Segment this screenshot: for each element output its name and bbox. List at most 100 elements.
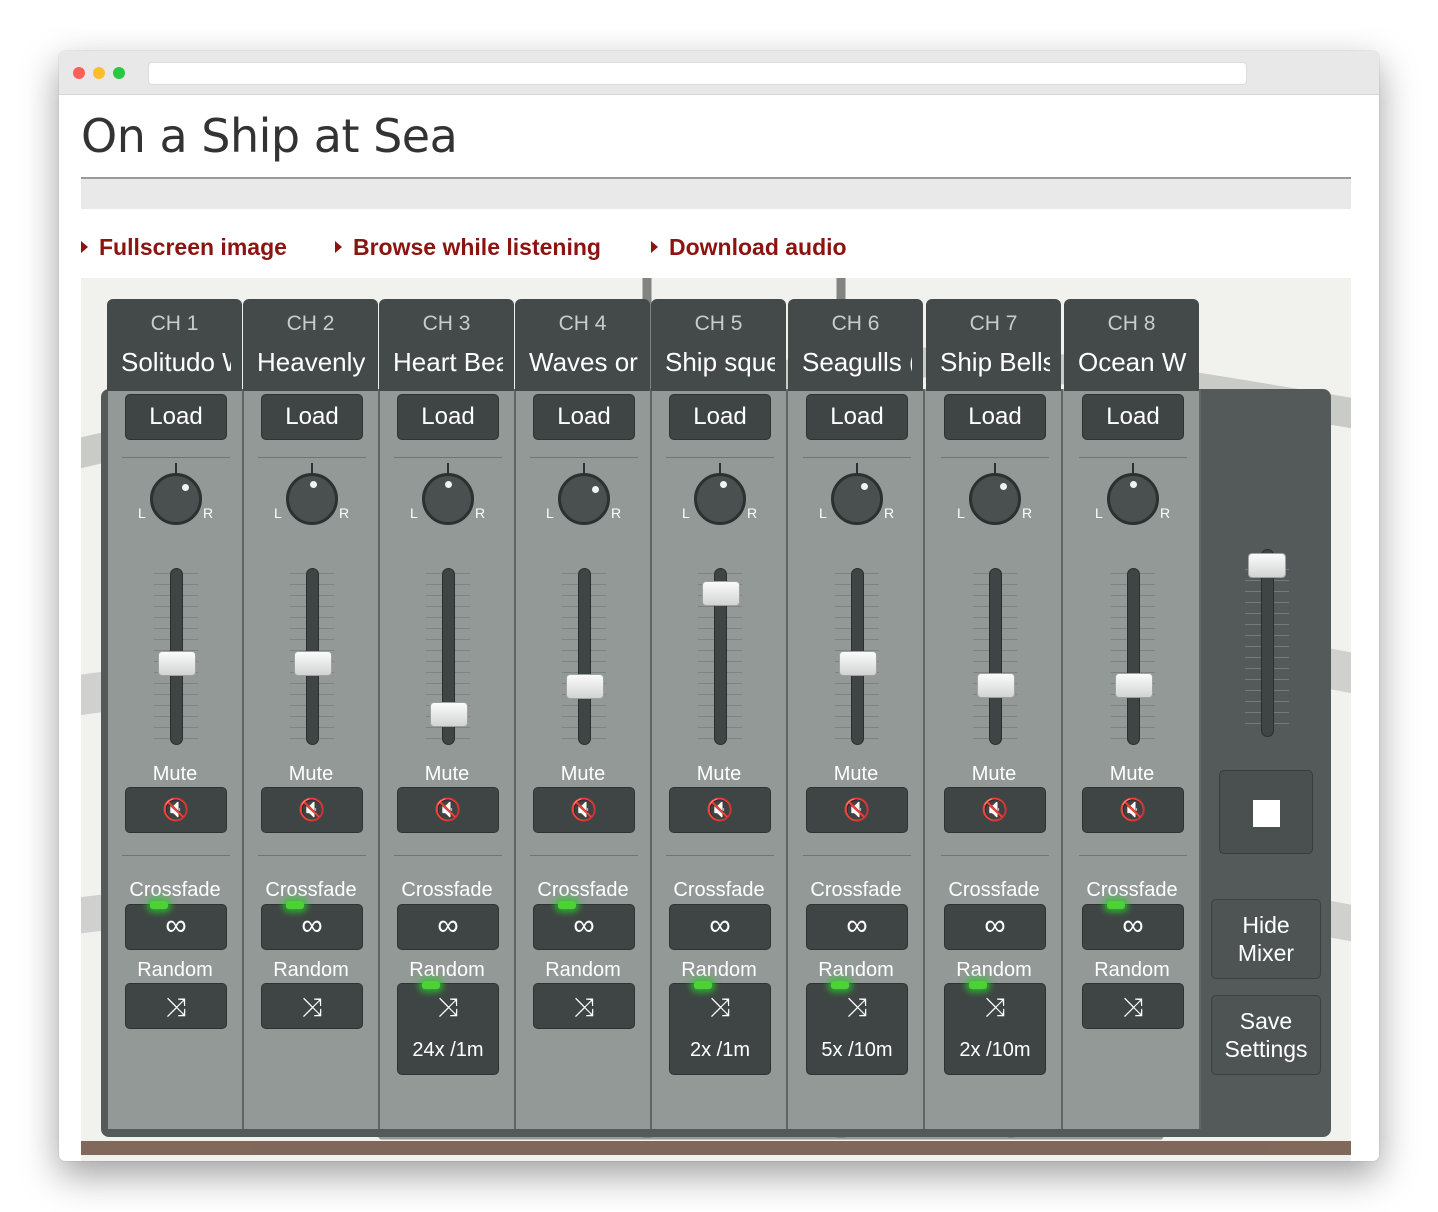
mute-button[interactable]: 🔇	[125, 787, 227, 833]
separator	[666, 457, 774, 458]
separator	[941, 457, 1049, 458]
crossfade-label: Crossfade	[948, 879, 1040, 901]
channel-name: Heavenly	[257, 347, 366, 377]
load-button[interactable]: Load	[1082, 394, 1184, 440]
random-button[interactable]: ⤨ 2x /1m	[669, 983, 771, 1075]
pan-left-label: L	[957, 505, 965, 521]
random-label: Random	[545, 959, 621, 981]
separator	[122, 457, 230, 458]
mute-label: Mute	[1109, 763, 1155, 785]
hide-mixer-button[interactable]: Hide Mixer	[1211, 899, 1321, 979]
random-button[interactable]: ⤨ 2x /10m	[944, 983, 1046, 1075]
volume-handle[interactable]	[430, 702, 468, 727]
volume-slider[interactable]	[1127, 568, 1140, 745]
mute-button[interactable]: 🔇	[944, 787, 1046, 833]
mute-label: Mute	[424, 763, 470, 785]
volume-handle[interactable]	[566, 674, 604, 699]
separator	[1079, 855, 1187, 856]
mute-button[interactable]: 🔇	[669, 787, 771, 833]
channel-tab: CH 3 Heart Bea	[379, 299, 514, 391]
volume-handle[interactable]	[158, 651, 196, 676]
load-button[interactable]: Load	[533, 394, 635, 440]
minimize-window-button[interactable]	[93, 67, 105, 79]
browser-titlebar	[59, 51, 1379, 95]
volume-handle[interactable]	[977, 673, 1015, 698]
link-label: Fullscreen image	[99, 233, 287, 260]
mute-label: Mute	[560, 763, 606, 785]
random-button[interactable]: ⤨	[533, 983, 635, 1029]
volume-handle[interactable]	[839, 651, 877, 676]
pan-knob[interactable]	[694, 473, 746, 525]
volume-handle[interactable]	[1115, 673, 1153, 698]
pan-knob[interactable]	[150, 473, 202, 525]
pan-knob[interactable]	[286, 473, 338, 525]
load-button[interactable]: Load	[125, 394, 227, 440]
random-led	[831, 981, 849, 989]
browse-while-listening-link[interactable]: Browse while listening	[335, 231, 601, 263]
master-volume-handle[interactable]	[1248, 553, 1286, 578]
pan-left-label: L	[546, 505, 554, 521]
crossfade-button[interactable]: ∞	[125, 904, 227, 950]
random-button[interactable]: ⤨	[125, 983, 227, 1029]
pan-right-label: R	[611, 505, 622, 521]
pan-indicator	[444, 480, 452, 488]
random-button[interactable]: ⤨	[1082, 983, 1184, 1029]
random-label: Random	[681, 959, 757, 981]
pan-knob[interactable]	[1107, 473, 1159, 525]
pan-right-label: R	[475, 505, 486, 521]
channel-number: CH 2	[286, 312, 335, 335]
channel-tab: CH 8 Ocean Wi	[1064, 299, 1199, 391]
load-button[interactable]: Load	[944, 394, 1046, 440]
infinity-icon: ∞	[573, 909, 595, 942]
infinity-icon: ∞	[301, 909, 323, 942]
random-button[interactable]: ⤨ 24x /1m	[397, 983, 499, 1075]
load-button[interactable]: Load	[669, 394, 771, 440]
pan-knob[interactable]	[969, 473, 1021, 525]
crossfade-button[interactable]: ∞	[944, 904, 1046, 950]
maximize-window-button[interactable]	[113, 67, 125, 79]
save-settings-button[interactable]: Save Settings	[1211, 995, 1321, 1075]
separator	[258, 457, 366, 458]
crossfade-button[interactable]: ∞	[1082, 904, 1184, 950]
volume-handle[interactable]	[702, 581, 740, 606]
mute-button[interactable]: 🔇	[806, 787, 908, 833]
pan-knob[interactable]	[831, 473, 883, 525]
crossfade-button[interactable]: ∞	[397, 904, 499, 950]
crossfade-button[interactable]: ∞	[533, 904, 635, 950]
load-button[interactable]: Load	[806, 394, 908, 440]
mute-button[interactable]: 🔇	[261, 787, 363, 833]
stop-button[interactable]	[1219, 770, 1313, 854]
shuffle-icon: ⤨	[846, 992, 868, 1022]
load-button[interactable]: Load	[397, 394, 499, 440]
random-rate: 2x /1m	[689, 1039, 751, 1061]
volume-handle[interactable]	[294, 651, 332, 676]
random-button[interactable]: ⤨	[261, 983, 363, 1029]
mute-icon: 🔇	[298, 797, 326, 822]
link-label: Download audio	[669, 233, 847, 260]
random-rate: 5x /10m	[821, 1039, 893, 1061]
infinity-icon: ∞	[1122, 909, 1144, 942]
fullscreen-image-link[interactable]: Fullscreen image	[81, 231, 287, 263]
close-window-button[interactable]	[73, 67, 85, 79]
mute-button[interactable]: 🔇	[1082, 787, 1184, 833]
volume-slider[interactable]	[989, 568, 1002, 745]
shuffle-icon: ⤨	[165, 992, 187, 1022]
random-led	[422, 981, 440, 989]
mute-button[interactable]: 🔇	[397, 787, 499, 833]
crossfade-button[interactable]: ∞	[669, 904, 771, 950]
channel-number: CH 7	[969, 312, 1018, 335]
channel-tab: CH 2 Heavenly	[243, 299, 378, 391]
pan-knob[interactable]	[422, 473, 474, 525]
crossfade-button[interactable]: ∞	[806, 904, 908, 950]
mute-icon: 🔇	[162, 797, 190, 822]
address-bar[interactable]	[148, 62, 1247, 85]
mute-button[interactable]: 🔇	[533, 787, 635, 833]
crossfade-button[interactable]: ∞	[261, 904, 363, 950]
crossfade-label: Crossfade	[401, 879, 493, 901]
load-button[interactable]: Load	[261, 394, 363, 440]
pan-knob[interactable]	[558, 473, 610, 525]
download-audio-link[interactable]: Download audio	[651, 231, 847, 263]
random-button[interactable]: ⤨ 5x /10m	[806, 983, 908, 1075]
channel-strip: Load L R Mute 🔇 Crossfade ∞ Random ⤨	[108, 389, 244, 1129]
volume-slider[interactable]	[578, 568, 591, 745]
